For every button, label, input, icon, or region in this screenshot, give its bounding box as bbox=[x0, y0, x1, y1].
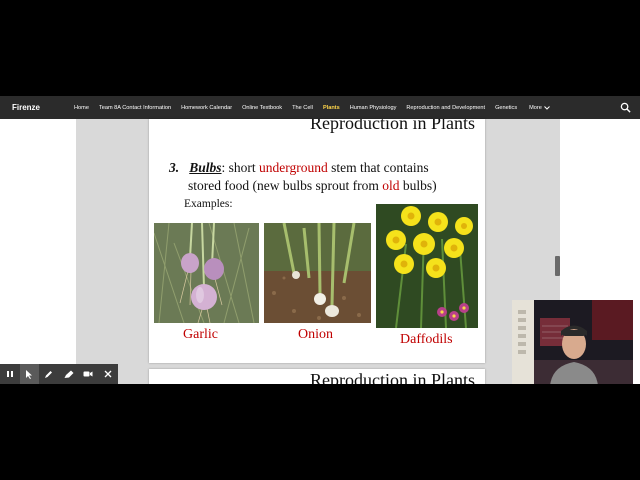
bullet-red-underground: underground bbox=[259, 160, 328, 175]
bullet-red-old: old bbox=[382, 178, 400, 193]
site-navbar: Firenze Home Team 8A Contact Information… bbox=[0, 96, 640, 119]
nav-more-menu[interactable]: More bbox=[529, 105, 550, 111]
bullet-text: 3. Bulbs: short underground stem that co… bbox=[169, 159, 437, 195]
nav-more-label: More bbox=[529, 104, 542, 111]
nav-online-textbook[interactable]: Online Textbook bbox=[242, 105, 282, 111]
onion-caption: Onion bbox=[298, 327, 333, 342]
bullet-line-2b: bulbs) bbox=[399, 178, 437, 193]
slide-title: Reproduction in Plants bbox=[310, 119, 475, 133]
site-title[interactable]: Firenze bbox=[12, 103, 40, 112]
screen: Firenze Home Team 8A Contact Information… bbox=[0, 96, 640, 384]
search-icon[interactable] bbox=[620, 102, 631, 113]
bullet-line-2a: stored food (new bulbs sprout from bbox=[188, 178, 383, 193]
daffodil-photo bbox=[376, 204, 478, 328]
garlic-photo bbox=[154, 223, 259, 323]
bullet-keyword: Bulbs bbox=[189, 160, 222, 175]
highlighter-button[interactable] bbox=[59, 364, 79, 384]
camera-button[interactable] bbox=[78, 364, 98, 384]
garlic-caption: Garlic bbox=[183, 327, 218, 342]
embedded-slide-next: Reproduction in Plants bbox=[149, 369, 485, 384]
pen-icon bbox=[45, 370, 53, 378]
nav-homework-calendar[interactable]: Homework Calendar bbox=[181, 105, 232, 111]
bullet-number: 3. bbox=[169, 160, 180, 175]
chevron-down-icon bbox=[544, 105, 550, 110]
camera-icon bbox=[83, 371, 93, 377]
embedded-slide-bulbs: Reproduction in Plants 3. Bulbs: short u… bbox=[149, 119, 485, 363]
nav-team-contact[interactable]: Team 8A Contact Information bbox=[99, 105, 171, 111]
annotation-toolbar bbox=[0, 364, 118, 384]
nav-the-cell[interactable]: The Cell bbox=[292, 105, 313, 111]
highlighter-icon bbox=[64, 370, 74, 378]
nav-human-physiology[interactable]: Human Physiology bbox=[350, 105, 397, 111]
scrollbar-thumb[interactable] bbox=[555, 256, 560, 276]
nav-home[interactable]: Home bbox=[74, 105, 89, 111]
nav-reproduction-development[interactable]: Reproduction and Development bbox=[406, 105, 485, 111]
examples-label: Examples: bbox=[184, 198, 233, 210]
close-button[interactable] bbox=[98, 364, 118, 384]
daffodils-caption: Daffodils bbox=[400, 332, 453, 347]
pause-button[interactable] bbox=[0, 364, 20, 384]
pen-button[interactable] bbox=[39, 364, 59, 384]
bullet-text-rest: stem that contains bbox=[327, 160, 429, 175]
close-icon bbox=[104, 370, 112, 378]
pause-icon bbox=[6, 371, 13, 377]
bullet-line-2: stored food (new bulbs sprout from old b… bbox=[169, 177, 437, 195]
nav-plants[interactable]: Plants bbox=[323, 105, 340, 111]
nav-genetics[interactable]: Genetics bbox=[495, 105, 517, 111]
slide-title-2: Reproduction in Plants bbox=[310, 370, 475, 384]
pointer-icon bbox=[26, 369, 33, 379]
pointer-button[interactable] bbox=[19, 364, 40, 384]
onion-photo bbox=[264, 223, 371, 323]
bullet-colon-text: : short bbox=[221, 160, 260, 175]
webcam-video bbox=[512, 300, 633, 384]
